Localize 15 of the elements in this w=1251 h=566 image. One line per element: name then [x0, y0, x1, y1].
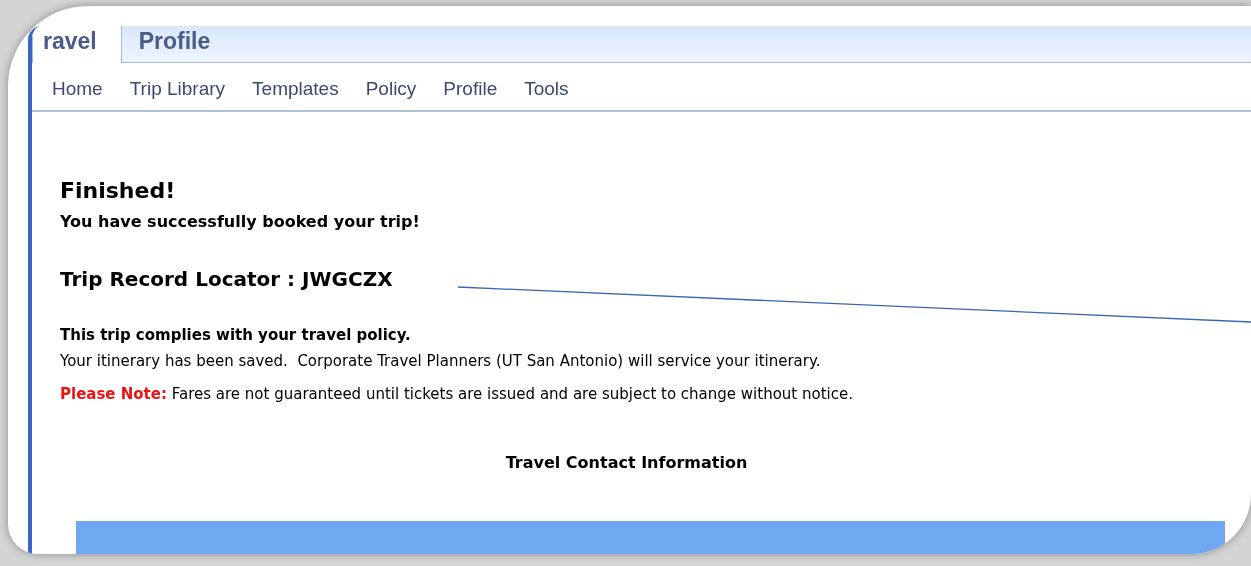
record-locator: Trip Record Locator : JWGCZX — [60, 265, 394, 293]
nav-link[interactable]: Policy — [365, 75, 417, 104]
nav-link[interactable]: Profile — [443, 75, 498, 104]
app-tab[interactable]: Profile — [121, 26, 236, 62]
nav-link[interactable]: Templates — [252, 75, 339, 104]
section-heading: Travel Contact Information — [504, 452, 749, 475]
saved-message: Your itinerary has been saved. Corporate Travel Planners (UT San Antonio) will service your itinerary. — [60, 351, 822, 373]
nav-link[interactable]: Tools — [524, 75, 569, 104]
notice-text: Please Note: Fares are not guaranteed until tickets are issued and are subject to change without notice. — [60, 383, 854, 405]
heading: Finished! — [60, 177, 177, 204]
app-tab[interactable]: ravel — [32, 26, 122, 63]
nav-link[interactable]: Trip Library — [129, 75, 226, 104]
success-message: You have successfully booked your trip! — [60, 210, 421, 233]
nav-link[interactable]: Home — [52, 75, 103, 104]
policy-message: This trip complies with your travel policy. — [60, 324, 412, 346]
